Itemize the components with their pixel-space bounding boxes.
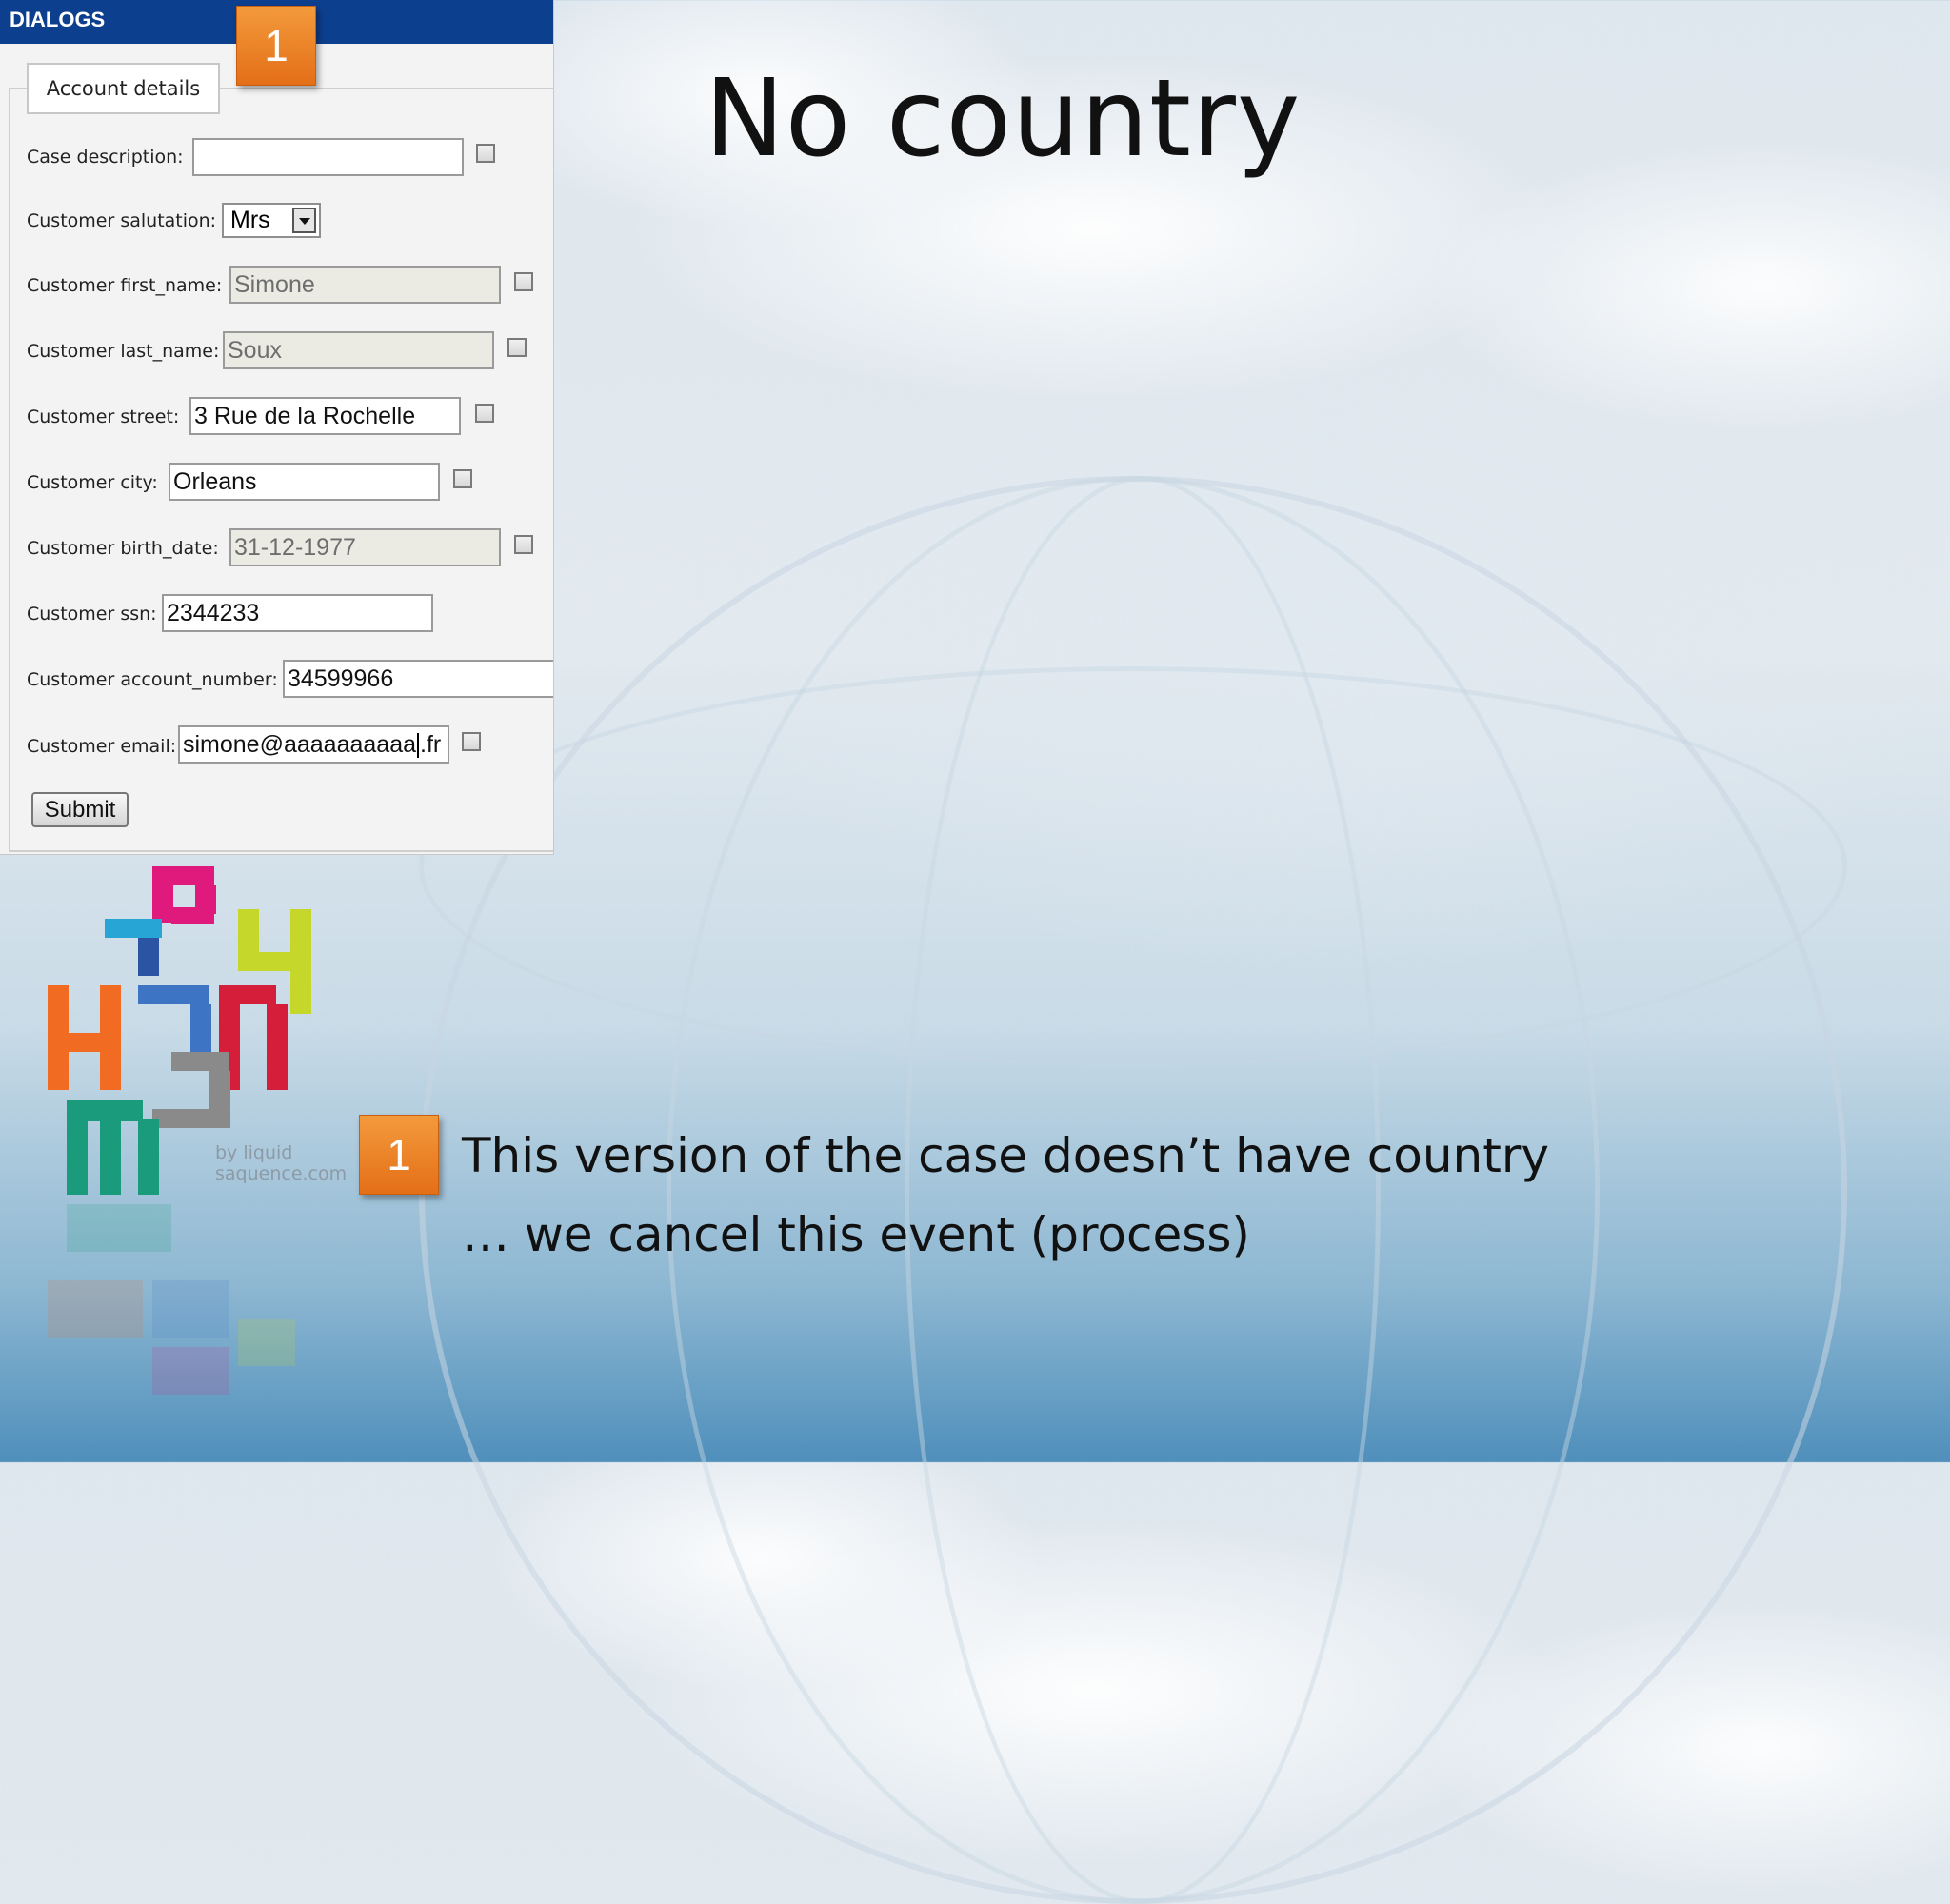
customer-last-name-input[interactable]: Soux <box>223 331 494 369</box>
customer-birth-date-label: Customer birth_date: <box>27 538 219 559</box>
tab-account-details[interactable]: Account details <box>27 63 220 114</box>
customer-salutation-value: Mrs <box>230 207 270 233</box>
customer-account-number-input[interactable]: 34599966 <box>283 660 553 698</box>
customer-street-input[interactable]: 3 Rue de la Rochelle <box>189 397 461 435</box>
email-text-after-caret: .fr <box>420 731 442 758</box>
step-badge-top: 1 <box>236 6 316 86</box>
chevron-down-icon[interactable] <box>292 208 316 233</box>
customer-email-input[interactable]: simone@aaaaaaaaaa .fr <box>178 725 449 764</box>
customer-last-name-label: Customer last_name: <box>27 341 220 362</box>
customer-last-name-checkbox[interactable] <box>507 338 527 357</box>
logo-byline-line-2: saquence.com <box>215 1163 348 1184</box>
case-description-checkbox[interactable] <box>476 144 495 163</box>
submit-button[interactable]: Submit <box>31 792 129 827</box>
customer-first-name-input[interactable]: Simone <box>229 266 501 304</box>
harmony-logo <box>48 862 333 1395</box>
case-description-label: Case description: <box>27 147 184 168</box>
slide-title: No country <box>705 57 1302 181</box>
customer-ssn-input[interactable]: 2344233 <box>162 594 433 632</box>
customer-email-checkbox[interactable] <box>462 732 481 751</box>
globe-latitude <box>419 666 1847 1066</box>
email-text-before-caret: simone@aaaaaaaaaa <box>183 731 417 758</box>
customer-ssn-label: Customer ssn: <box>27 604 157 625</box>
callout-line-1: This version of the case doesn’t have co… <box>462 1128 1549 1183</box>
callout-line-2: … we cancel this event (process) <box>462 1207 1250 1262</box>
customer-first-name-checkbox[interactable] <box>514 272 533 291</box>
step-badge-callout: 1 <box>359 1115 439 1195</box>
customer-account-number-label: Customer account_number: <box>27 669 278 690</box>
customer-street-checkbox[interactable] <box>475 404 494 423</box>
customer-city-label: Customer city: <box>27 472 158 493</box>
customer-first-name-label: Customer first_name: <box>27 275 223 296</box>
logo-byline-line-1: by liquid <box>215 1142 293 1163</box>
customer-birth-date-input[interactable]: 31-12-1977 <box>229 528 501 566</box>
case-description-input[interactable] <box>192 138 464 176</box>
customer-street-label: Customer street: <box>27 407 180 427</box>
text-caret <box>417 733 420 759</box>
customer-salutation-select[interactable]: Mrs <box>222 203 321 238</box>
customer-city-input[interactable]: Orleans <box>169 463 440 501</box>
customer-salutation-label: Customer salutation: <box>27 210 217 231</box>
dialog-panel: DIALOGS Account details Case description… <box>0 0 554 855</box>
customer-email-label: Customer email: <box>27 736 177 757</box>
customer-birth-date-checkbox[interactable] <box>514 535 533 554</box>
customer-city-checkbox[interactable] <box>453 469 472 488</box>
logo-byline: by liquid saquence.com <box>215 1142 347 1184</box>
dialog-header-title: DIALOGS <box>10 8 106 31</box>
